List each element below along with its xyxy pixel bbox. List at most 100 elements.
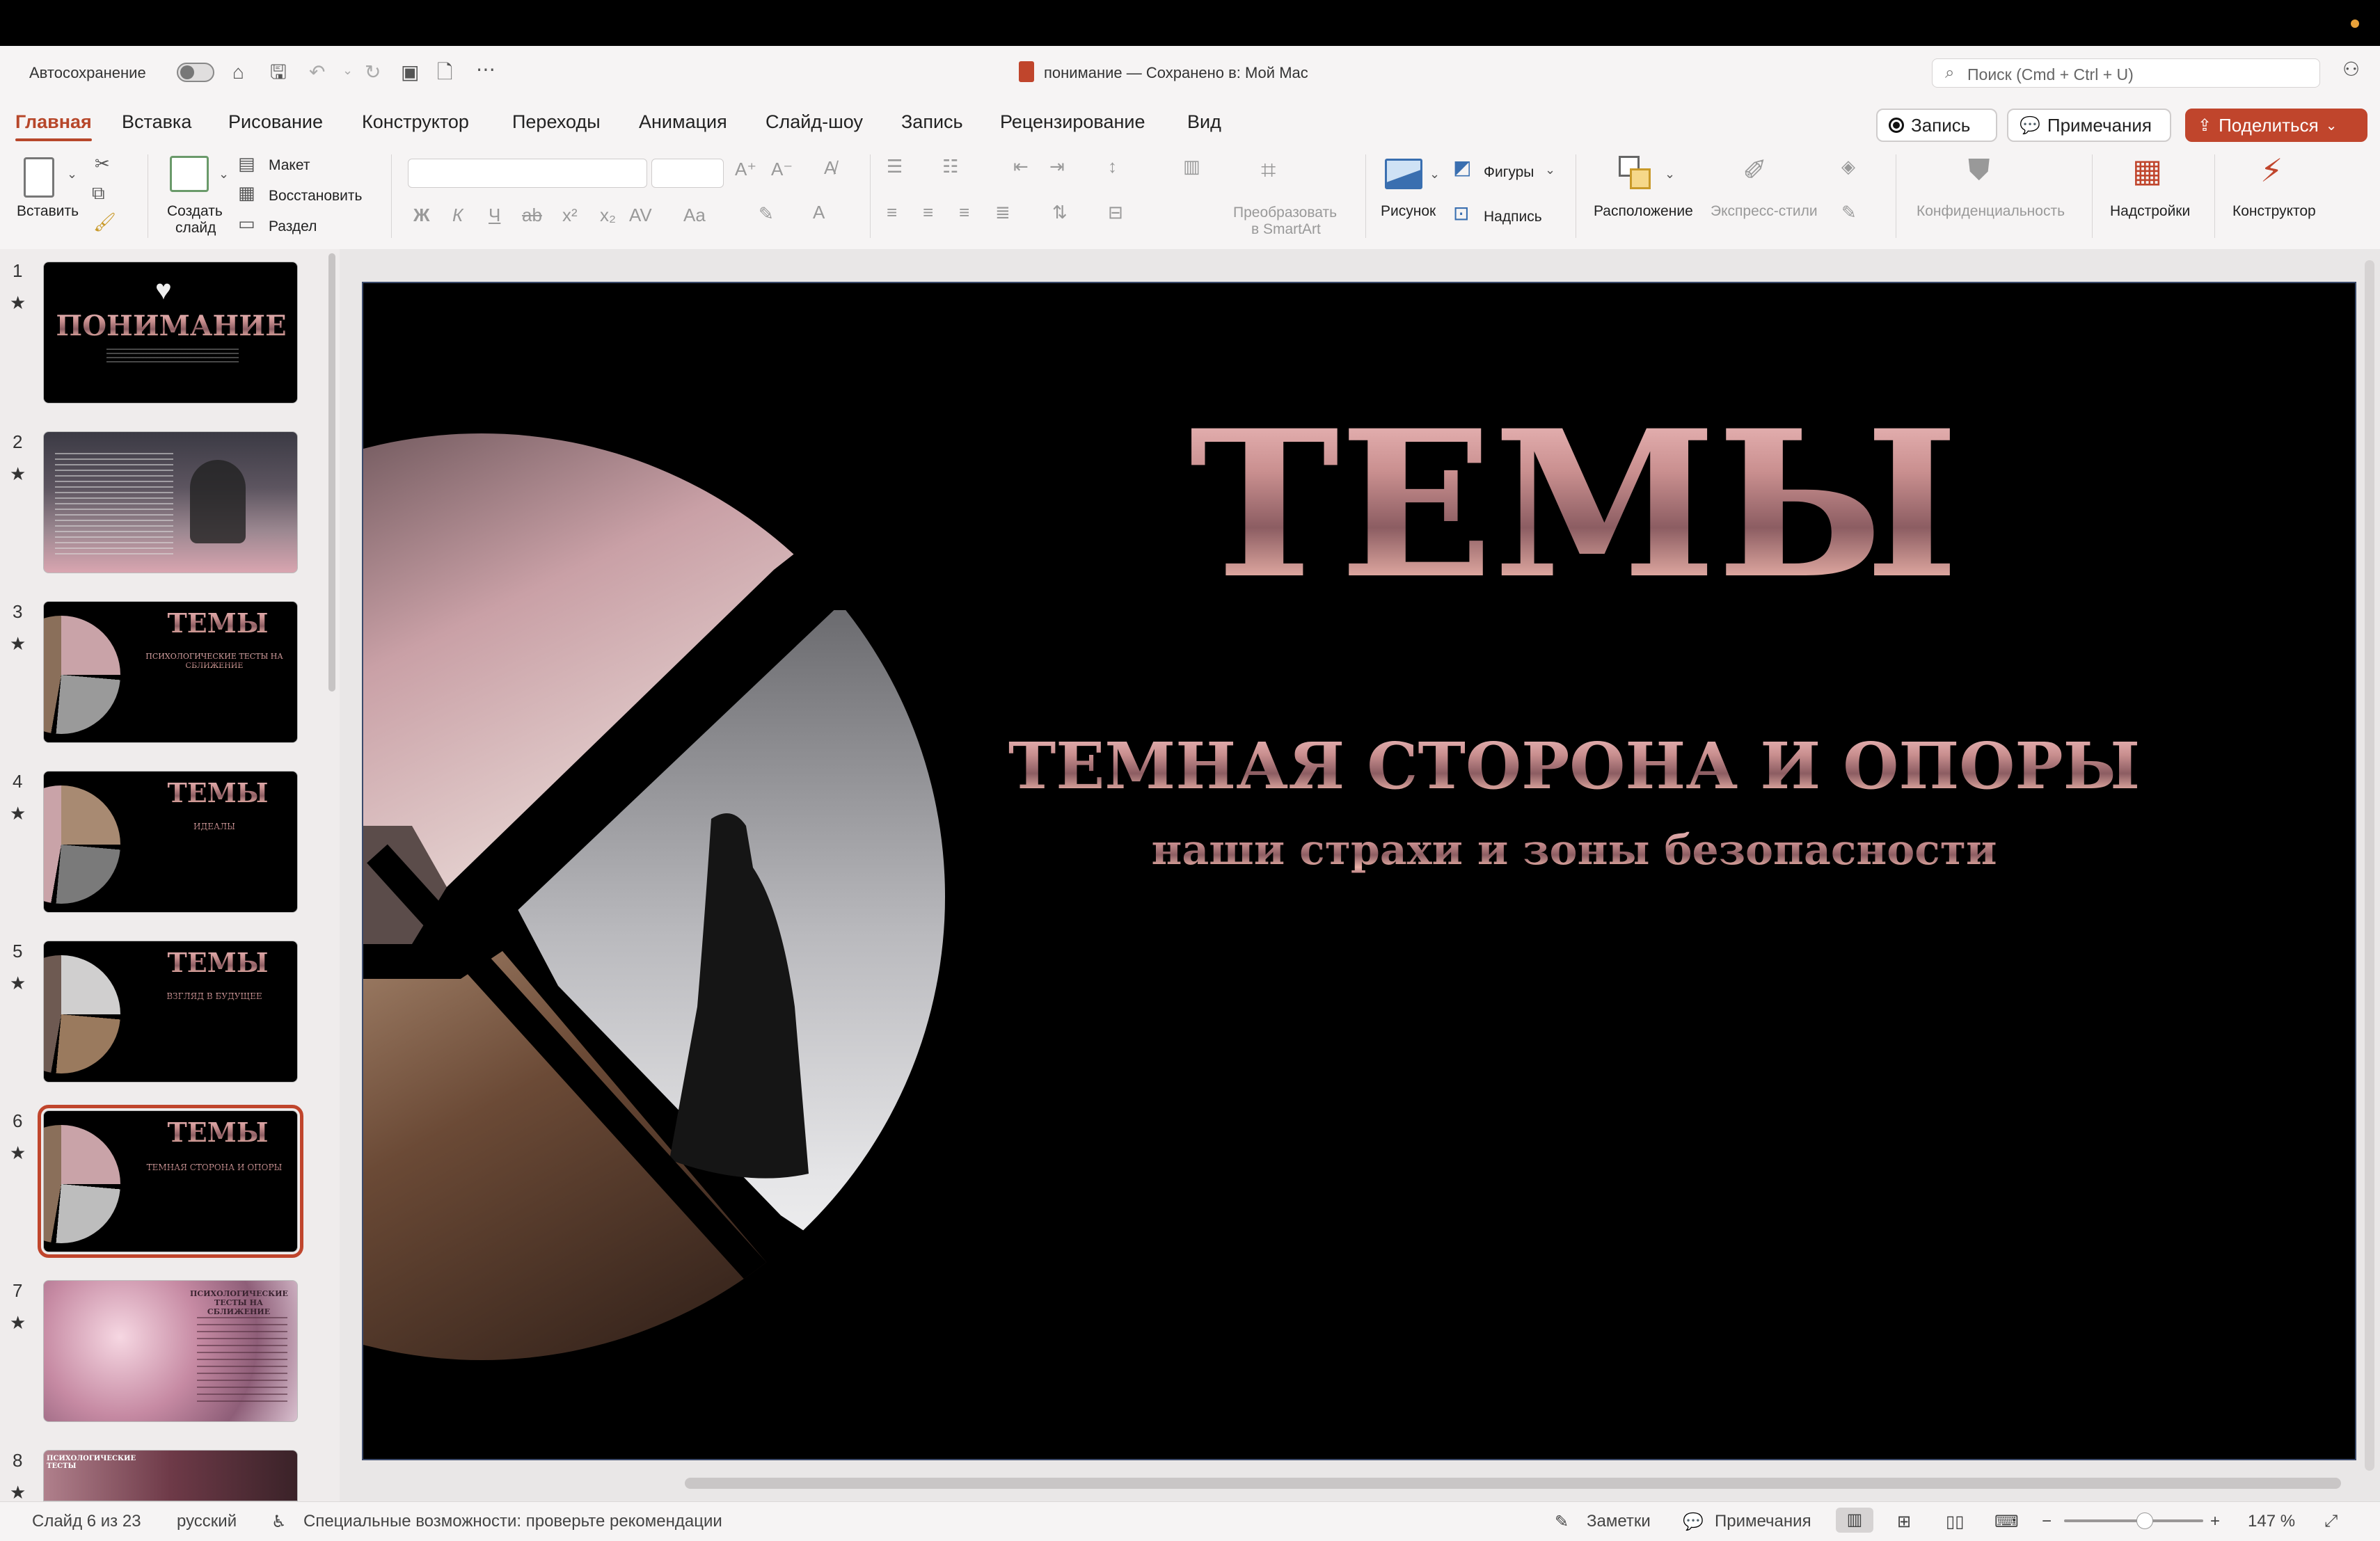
italic-button[interactable]: К	[452, 205, 463, 226]
layout-icon[interactable]: ▤	[238, 153, 255, 175]
subscript-button[interactable]: x₂	[600, 205, 616, 226]
accessibility-status[interactable]: Специальные возможности: проверьте реком…	[303, 1512, 722, 1531]
decrease-font-icon[interactable]: A⁻	[771, 159, 793, 180]
document-title[interactable]: понимание — Сохранено в: Мой Mac	[1044, 64, 1308, 82]
underline-button[interactable]: Ч	[489, 205, 500, 226]
numbering-icon[interactable]: ☷	[942, 156, 958, 177]
more-icon[interactable]: ⋯	[476, 60, 495, 79]
paste-icon[interactable]	[24, 157, 54, 198]
section-label[interactable]: Раздел	[269, 218, 317, 235]
superscript-button[interactable]: x²	[562, 205, 578, 226]
paste-label[interactable]: Вставить	[17, 203, 79, 220]
search-box[interactable]: ⌕ Поиск (Cmd + Ctrl + U)	[1932, 58, 2320, 88]
vertical-scrollbar[interactable]	[2365, 260, 2374, 1471]
designer-label[interactable]: Конструктор	[2232, 203, 2316, 220]
increase-font-icon[interactable]: A⁺	[735, 159, 756, 180]
justify-icon[interactable]: ≣	[995, 202, 1010, 223]
current-slide[interactable]: ТЕМЫ ТЕМНАЯ СТОРОНА И ОПОРЫ наши страхи …	[362, 282, 2356, 1460]
reset-icon[interactable]: ▦	[238, 182, 255, 204]
new-document-icon[interactable]: 🗋	[437, 63, 453, 82]
smartart-label[interactable]: Преобразовать	[1233, 205, 1337, 221]
slide-title[interactable]: ТЕМЫ	[1087, 394, 2061, 616]
save-icon[interactable]: 🖫	[270, 63, 287, 82]
notes-icon[interactable]: ✎	[1555, 1512, 1569, 1532]
cut-icon[interactable]: ✂	[95, 153, 110, 175]
tab-home[interactable]: Главная	[15, 111, 92, 141]
autosave-toggle[interactable]	[177, 63, 214, 82]
comments-button[interactable]: 💬 Примечания	[2007, 109, 2171, 142]
section-icon[interactable]: ▭	[238, 213, 255, 234]
tab-design[interactable]: Конструктор	[362, 111, 469, 133]
panel-scrollbar[interactable]	[328, 253, 335, 692]
align-center-icon[interactable]: ≡	[923, 202, 933, 223]
quick-styles-label[interactable]: Экспресс-стили	[1711, 203, 1818, 220]
font-color-icon[interactable]: A	[813, 202, 825, 223]
columns-icon[interactable]: ▥	[1183, 156, 1200, 177]
normal-view-icon[interactable]: ▥	[1836, 1508, 1873, 1533]
shapes-label[interactable]: Фигуры	[1484, 164, 1534, 181]
new-slide-icon[interactable]	[170, 156, 209, 192]
slide-thumbnail-4[interactable]: ТЕМЫ ИДЕАЛЫ	[43, 771, 298, 913]
home-icon[interactable]: ⌂	[232, 63, 244, 82]
slide-subtitle[interactable]: ТЕМНАЯ СТОРОНА И ОПОРЫ	[809, 728, 2340, 804]
slide-thumbnail-2[interactable]	[43, 431, 298, 573]
slide-thumbnail-6[interactable]: ТЕМЫ ТЕМНАЯ СТОРОНА И ОПОРЫ	[38, 1105, 303, 1258]
slide-thumbnail-3[interactable]: ТЕМЫ ПСИХОЛОГИЧЕСКИЕ ТЕСТЫ НА СБЛИЖЕНИЕ	[43, 601, 298, 743]
increase-indent-icon[interactable]: ⇥	[1049, 156, 1065, 177]
tab-insert[interactable]: Вставка	[122, 111, 191, 133]
slideshow-icon[interactable]: ⌨	[1994, 1512, 2019, 1532]
slide-sorter-icon[interactable]: ⊞	[1897, 1512, 1911, 1532]
record-button[interactable]: Запись	[1876, 109, 1997, 142]
sensitivity-label[interactable]: Конфиденциальность	[1917, 203, 2065, 220]
layout-label[interactable]: Макет	[269, 157, 310, 174]
clear-format-icon[interactable]: A̸	[824, 157, 836, 179]
language-indicator[interactable]: русский	[177, 1512, 237, 1531]
textbox-label[interactable]: Надпись	[1484, 209, 1542, 225]
text-direction-icon[interactable]: ⇅	[1052, 202, 1068, 223]
chevron-down-icon[interactable]: ⌄	[1429, 167, 1440, 182]
chevron-down-icon[interactable]: ⌄	[67, 167, 77, 182]
redo-icon[interactable]: ↻	[365, 63, 381, 82]
align-text-icon[interactable]: ⊟	[1108, 202, 1123, 223]
smartart-icon[interactable]: ⌗	[1261, 156, 1276, 186]
format-painter-icon[interactable]: 🖌	[93, 211, 116, 233]
line-spacing-icon[interactable]: ↕	[1108, 156, 1117, 177]
picture-icon[interactable]	[1385, 159, 1422, 189]
slide-caption[interactable]: наши страхи и зоны безопасности	[809, 826, 2340, 875]
undo-dropdown-icon[interactable]: ⌄	[342, 64, 353, 77]
slide-thumbnail-7[interactable]: ПСИХОЛОГИЧЕСКИЕ ТЕСТЫ НА СБЛИЖЕНИЕ	[43, 1280, 298, 1422]
reset-label[interactable]: Восстановить	[269, 188, 362, 205]
save-as-icon[interactable]: ▣	[401, 63, 419, 82]
shape-fill-icon[interactable]: ◈	[1841, 156, 1855, 177]
sensitivity-icon[interactable]: ⛊	[1968, 153, 1990, 187]
bold-button[interactable]: Ж	[413, 205, 430, 226]
tab-review[interactable]: Рецензирование	[1000, 111, 1145, 133]
zoom-in-icon[interactable]: +	[2210, 1512, 2220, 1531]
zoom-slider-thumb[interactable]	[2136, 1512, 2153, 1529]
picture-label[interactable]: Рисунок	[1381, 203, 1436, 220]
chevron-down-icon[interactable]: ⌄	[1665, 167, 1675, 182]
tab-record[interactable]: Запись	[901, 111, 963, 133]
addins-icon[interactable]: ▦	[2132, 152, 2162, 189]
new-slide-label[interactable]: Создать	[167, 203, 223, 220]
font-size-field[interactable]	[651, 159, 724, 188]
shape-outline-icon[interactable]: ✎	[1841, 202, 1857, 223]
designer-icon[interactable]: ⚡	[2260, 152, 2283, 189]
strikethrough-button[interactable]: ab	[522, 205, 542, 226]
comments-status-button[interactable]: Примечания	[1715, 1512, 1811, 1531]
arrange-label[interactable]: Расположение	[1594, 203, 1693, 220]
horizontal-scrollbar[interactable]	[685, 1478, 2341, 1489]
spacing-button[interactable]: AV	[629, 205, 652, 226]
quick-styles-icon[interactable]: ✐	[1743, 153, 1767, 187]
shapes-icon[interactable]: ◩	[1453, 156, 1471, 179]
fit-to-window-icon[interactable]: ⤢	[2324, 1512, 2338, 1531]
slide-thumbnail-1[interactable]: ♥ ПОНИМАНИЕ	[43, 262, 298, 404]
zoom-slider-track[interactable]	[2064, 1519, 2203, 1522]
chevron-down-icon[interactable]: ⌄	[219, 167, 229, 182]
tab-slideshow[interactable]: Слайд-шоу	[765, 111, 863, 133]
tab-animations[interactable]: Анимация	[639, 111, 727, 133]
decrease-indent-icon[interactable]: ⇤	[1013, 156, 1029, 177]
addins-label[interactable]: Надстройки	[2110, 203, 2190, 220]
highlight-icon[interactable]: ✎	[759, 203, 774, 225]
zoom-out-icon[interactable]: −	[2042, 1512, 2052, 1531]
